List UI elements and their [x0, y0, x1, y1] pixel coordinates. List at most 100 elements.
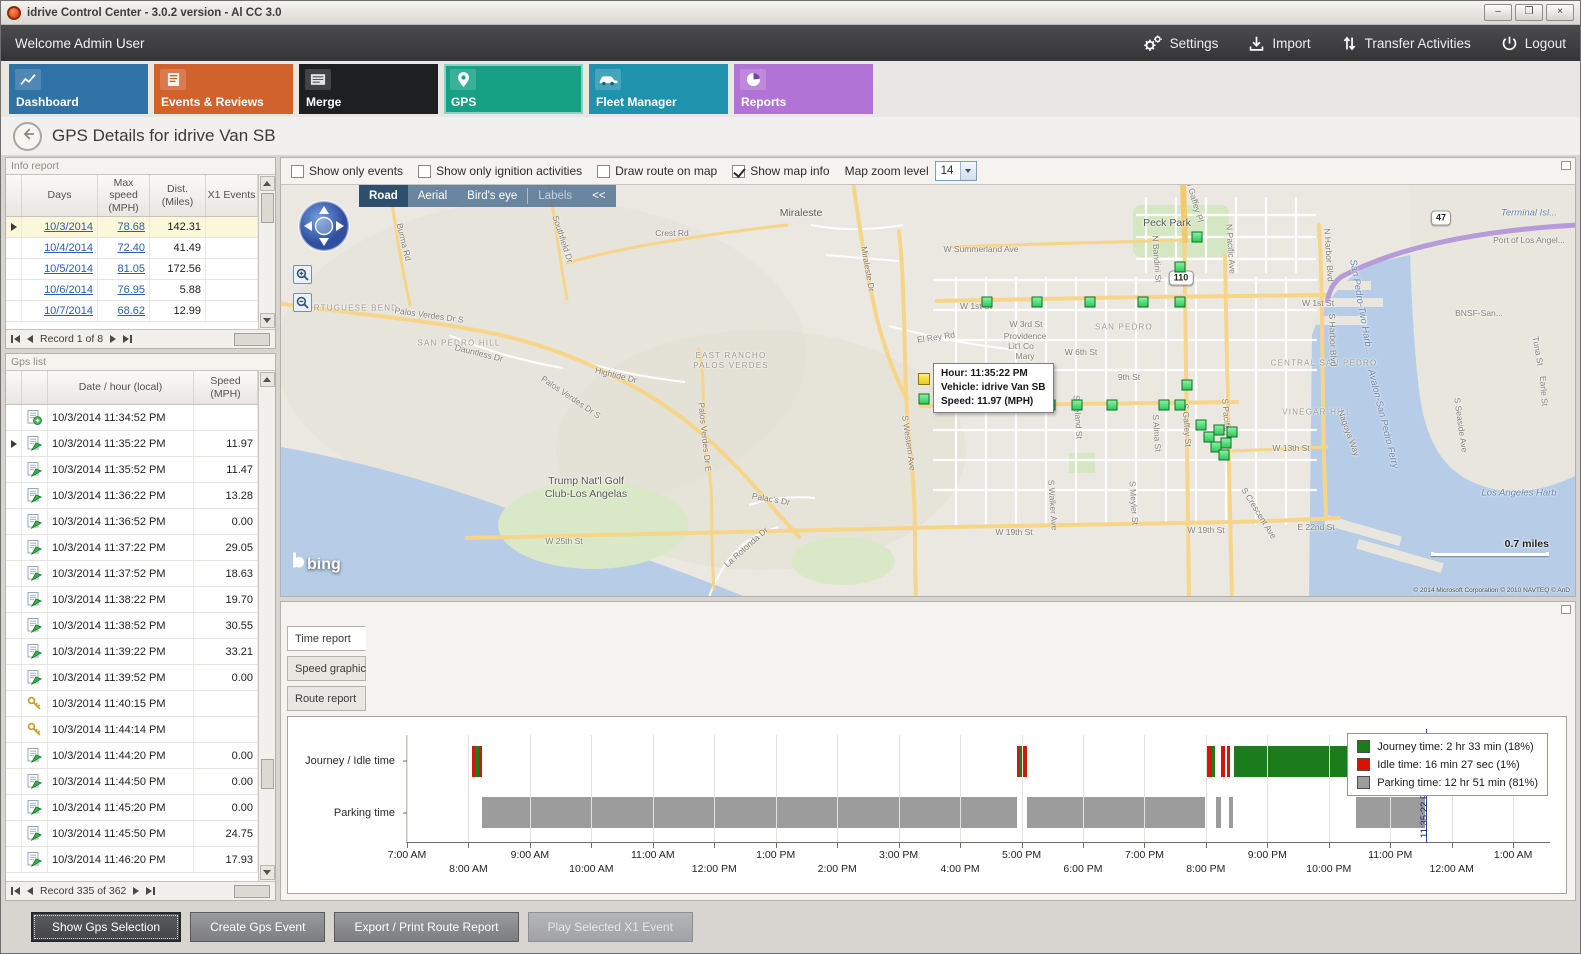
create-gps-event-button[interactable]: Create Gps Event — [190, 912, 325, 942]
map-zoom-in-button[interactable] — [293, 265, 312, 284]
max-speed-link[interactable]: 78.68 — [117, 221, 145, 233]
tab-fleet-manager[interactable]: Fleet Manager — [589, 64, 728, 114]
column-header-days[interactable]: Days — [22, 175, 98, 216]
gps-marker[interactable] — [1196, 420, 1207, 431]
table-row[interactable]: 10/3/2014 11:39:22 PM33.21 — [6, 639, 258, 665]
map-zoom-out-button[interactable] — [293, 293, 312, 312]
tab-gps[interactable]: GPS — [444, 64, 583, 114]
column-header-x1-events[interactable]: X1 Events — [206, 175, 258, 216]
gps-marker[interactable] — [1214, 425, 1225, 436]
scroll-down-icon[interactable] — [260, 865, 275, 880]
gps-marker[interactable] — [1107, 400, 1118, 411]
scroll-down-icon[interactable] — [260, 313, 275, 328]
table-row[interactable]: 10/7/201468.6212.99 — [6, 301, 258, 322]
table-row[interactable]: 10/3/2014 11:39:52 PM0.00 — [6, 665, 258, 691]
back-button[interactable] — [13, 122, 42, 151]
gps-marker[interactable] — [1175, 400, 1186, 411]
table-row[interactable]: 10/3/2014 11:35:22 PM11.97 — [6, 431, 258, 457]
checkbox-show-only-ignition-activities[interactable]: Show only ignition activities — [418, 164, 582, 178]
gps-marker[interactable] — [982, 297, 993, 308]
tab-speed-graphic[interactable]: Speed graphic — [287, 656, 366, 681]
prev-page-button[interactable] — [27, 887, 33, 895]
map-toolbar-collapse-button[interactable]: << — [582, 185, 615, 207]
gps-list-scrollbar[interactable] — [258, 371, 275, 881]
close-button[interactable]: × — [1546, 4, 1574, 21]
max-speed-link[interactable]: 81.05 — [117, 263, 145, 275]
last-page-button[interactable] — [146, 887, 155, 895]
checkbox-show-map-info[interactable]: Show map info — [732, 164, 829, 178]
gps-marker[interactable] — [919, 394, 930, 405]
tab-route-report[interactable]: Route report — [287, 686, 366, 711]
tab-events-reviews[interactable]: Events & Reviews — [154, 64, 293, 114]
map-style-aerial[interactable]: Aerial — [408, 185, 457, 207]
day-link[interactable]: 10/5/2014 — [44, 263, 93, 275]
map-canvas[interactable]: MiralestePeck ParkPORTUGUESE BENDSAN PED… — [281, 184, 1575, 596]
checkbox-box[interactable] — [597, 165, 610, 178]
checkbox-box[interactable] — [418, 165, 431, 178]
scrollbar-thumb[interactable] — [261, 193, 274, 223]
table-row[interactable]: 10/3/2014 11:35:52 PM11.47 — [6, 457, 258, 483]
table-row[interactable]: 10/3/2014 11:38:22 PM19.70 — [6, 587, 258, 613]
max-speed-link[interactable]: 76.95 — [117, 284, 145, 296]
menu-item-logout[interactable]: Logout — [1501, 35, 1566, 52]
checkbox-draw-route-on-map[interactable]: Draw route on map — [597, 164, 717, 178]
table-row[interactable]: 10/3/2014 11:44:20 PM0.00 — [6, 743, 258, 769]
column-header-distance[interactable]: Dist. (Miles) — [150, 175, 206, 216]
table-row[interactable]: 10/4/201472.4041.49 — [6, 238, 258, 259]
table-row[interactable]: 10/3/2014 11:34:52 PM — [6, 405, 258, 431]
gps-marker[interactable] — [1175, 262, 1186, 273]
table-row[interactable]: 10/3/2014 11:37:22 PM29.05 — [6, 535, 258, 561]
table-row[interactable]: 10/5/201481.05172.56 — [6, 259, 258, 280]
checkbox-show-only-events[interactable]: Show only events — [291, 164, 403, 178]
export-print-route-report-button[interactable]: Export / Print Route Report — [334, 912, 518, 942]
next-page-button[interactable] — [110, 335, 116, 343]
table-row[interactable]: 10/3/2014 11:44:50 PM0.00 — [6, 769, 258, 795]
column-header-date-hour[interactable]: Date / hour (local) — [48, 371, 194, 404]
scroll-up-icon[interactable] — [260, 176, 275, 191]
table-row[interactable]: 10/6/201476.955.88 — [6, 280, 258, 301]
gps-marker[interactable] — [1221, 438, 1232, 449]
day-link[interactable]: 10/6/2014 — [44, 284, 93, 296]
gps-marker[interactable] — [1219, 450, 1230, 461]
horizontal-scrollbar-thumb[interactable] — [234, 885, 270, 898]
gps-marker[interactable] — [1072, 400, 1083, 411]
menu-item-import[interactable]: Import — [1248, 35, 1310, 52]
table-row[interactable]: 10/3/2014 11:46:20 PM17.93 — [6, 847, 258, 873]
checkbox-box[interactable] — [291, 165, 304, 178]
collapse-panel-icon[interactable] — [1561, 161, 1571, 170]
maximize-button[interactable]: ❐ — [1515, 4, 1543, 21]
first-page-button[interactable] — [11, 335, 20, 343]
map-style-road[interactable]: Road — [359, 185, 408, 207]
table-row[interactable]: 10/3/2014 11:45:50 PM24.75 — [6, 821, 258, 847]
scroll-up-icon[interactable] — [260, 372, 275, 387]
tab-time-report[interactable]: Time report — [287, 626, 366, 651]
selected-gps-marker[interactable] — [918, 373, 930, 385]
day-link[interactable]: 10/4/2014 — [44, 242, 93, 254]
last-page-button[interactable] — [123, 335, 132, 343]
collapse-panel-icon[interactable] — [1561, 605, 1571, 614]
table-row[interactable]: 10/3/2014 11:37:52 PM18.63 — [6, 561, 258, 587]
gps-marker[interactable] — [1159, 400, 1170, 411]
table-row[interactable]: 10/3/2014 11:40:15 PM — [6, 691, 258, 717]
max-speed-link[interactable]: 72.40 — [117, 242, 145, 254]
tab-merge[interactable]: Merge — [299, 64, 438, 114]
checkbox-box-checked[interactable] — [732, 165, 745, 178]
menu-item-settings[interactable]: Settings — [1142, 34, 1219, 53]
gps-marker[interactable] — [1032, 297, 1043, 308]
horizontal-scrollbar-thumb[interactable] — [234, 333, 270, 346]
scrollbar-thumb[interactable] — [261, 759, 274, 789]
gps-marker[interactable] — [1085, 297, 1096, 308]
column-header-max-speed[interactable]: Max speed (MPH) — [98, 175, 150, 216]
table-row[interactable]: 10/3/2014 11:45:20 PM0.00 — [6, 795, 258, 821]
table-row[interactable]: 10/3/2014 11:36:22 PM13.28 — [6, 483, 258, 509]
map-style-labels[interactable]: Labels — [528, 185, 582, 207]
first-page-button[interactable] — [11, 887, 20, 895]
prev-page-button[interactable] — [27, 335, 33, 343]
info-report-scrollbar[interactable] — [258, 175, 275, 329]
tab-dashboard[interactable]: Dashboard — [9, 64, 148, 114]
table-row[interactable]: 10/3/2014 11:38:52 PM30.55 — [6, 613, 258, 639]
next-page-button[interactable] — [133, 887, 139, 895]
table-row[interactable]: 10/3/201478.68142.31 — [6, 217, 258, 238]
day-link[interactable]: 10/7/2014 — [44, 305, 93, 317]
show-gps-selection-button[interactable]: Show Gps Selection — [31, 912, 181, 942]
